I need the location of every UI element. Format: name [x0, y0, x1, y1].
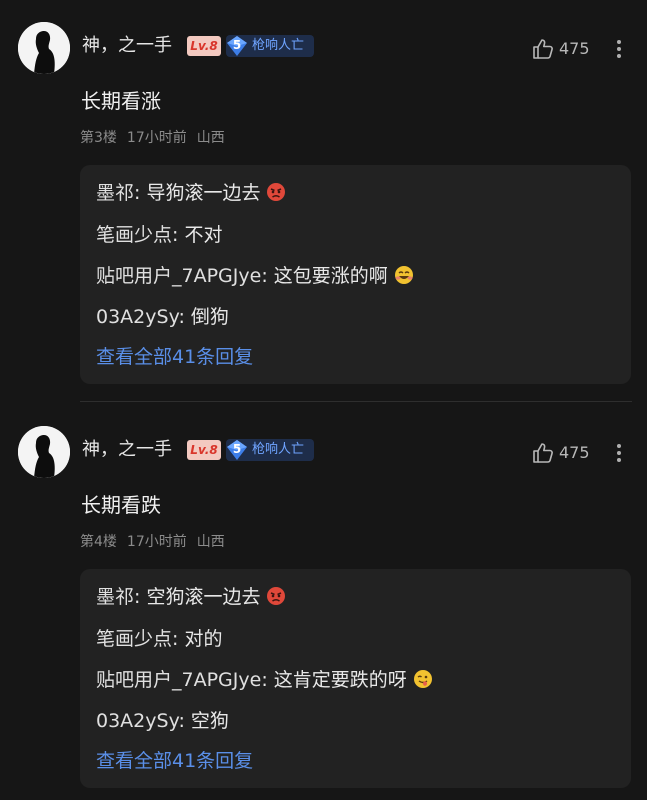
- reply-separator: :: [172, 628, 185, 650]
- more-options-icon[interactable]: [609, 37, 629, 61]
- angry-face-emoji-icon: [267, 587, 286, 605]
- avatar[interactable]: [18, 22, 70, 74]
- reply-text: 对的: [184, 628, 223, 650]
- username[interactable]: 神，之一手: [82, 33, 172, 59]
- tongue-face-emoji-icon: [413, 670, 432, 688]
- divider: [80, 401, 632, 402]
- reply-item[interactable]: 笔画少点: 不对: [96, 221, 222, 249]
- reply-separator: :: [261, 265, 274, 287]
- reply-item[interactable]: 墨祁: 导狗滚一边去: [96, 179, 286, 207]
- reply-author[interactable]: 墨祁: [96, 182, 134, 204]
- location: 山西: [196, 534, 225, 550]
- thumbs-up-icon: [533, 443, 553, 463]
- view-all-replies-link[interactable]: 查看全部41条回复: [96, 343, 253, 371]
- reply-text: 导狗滚一边去: [146, 182, 261, 204]
- floor-number: 第4楼: [80, 534, 117, 550]
- reply-separator: :: [134, 586, 147, 608]
- tier-name: 枪响人亡: [252, 38, 305, 53]
- reply-separator: :: [172, 224, 185, 246]
- more-options-icon[interactable]: [609, 441, 629, 465]
- reply-list: 墨祁: 空狗滚一边去 笔画少点: 对的 贴吧用户_7APGJye: 这肯定要跌的…: [80, 569, 631, 788]
- reply-item[interactable]: 03A2ySy: 空狗: [96, 707, 229, 735]
- reply-text: 这包要涨的啊: [273, 265, 388, 287]
- comment-text: 长期看涨: [81, 89, 161, 113]
- reply-author[interactable]: 笔画少点: [96, 224, 172, 246]
- tier-badge: 5 枪响人亡: [226, 35, 314, 57]
- avatar[interactable]: [18, 426, 70, 478]
- comment-meta: 第3楼 17小时前 山西: [80, 128, 235, 148]
- reply-item[interactable]: 墨祁: 空狗滚一边去: [96, 583, 286, 611]
- reply-separator: :: [178, 306, 191, 328]
- reply-text: 这肯定要跌的呀: [273, 669, 407, 691]
- reply-author[interactable]: 笔画少点: [96, 628, 172, 650]
- tier-number: 5: [232, 38, 242, 52]
- reply-text: 不对: [184, 224, 223, 246]
- reply-author[interactable]: 贴吧用户_7APGJye: [96, 669, 261, 691]
- reply-list: 墨祁: 导狗滚一边去 笔画少点: 不对 贴吧用户_7APGJye: 这包要涨的啊…: [80, 165, 631, 384]
- reply-item[interactable]: 贴吧用户_7APGJye: 这包要涨的啊: [96, 262, 414, 290]
- timestamp: 17小时前: [126, 534, 187, 550]
- location: 山西: [196, 130, 225, 146]
- reply-separator: :: [134, 182, 147, 204]
- thumbs-up-icon: [533, 39, 553, 59]
- reply-author[interactable]: 墨祁: [96, 586, 134, 608]
- reply-author[interactable]: 03A2ySy: [96, 710, 178, 732]
- reply-author[interactable]: 贴吧用户_7APGJye: [96, 265, 261, 287]
- comment-meta: 第4楼 17小时前 山西: [80, 532, 235, 552]
- floor-number: 第3楼: [80, 130, 117, 146]
- tier-badge: 5 枪响人亡: [226, 439, 314, 461]
- angry-face-emoji-icon: [267, 183, 286, 201]
- username[interactable]: 神，之一手: [82, 437, 172, 463]
- reply-item[interactable]: 贴吧用户_7APGJye: 这肯定要跌的呀: [96, 666, 433, 694]
- reply-item[interactable]: 笔画少点: 对的: [96, 625, 222, 653]
- comment-text: 长期看跌: [81, 493, 161, 517]
- reply-author[interactable]: 03A2ySy: [96, 306, 178, 328]
- tier-name: 枪响人亡: [252, 442, 305, 457]
- level-badge: Lv.8: [187, 36, 221, 56]
- like-count: 475: [559, 443, 590, 462]
- grin-face-emoji-icon: [394, 266, 413, 284]
- reply-text: 空狗滚一边去: [146, 586, 261, 608]
- reply-separator: :: [261, 669, 274, 691]
- tier-number: 5: [232, 442, 242, 456]
- reply-item[interactable]: 03A2ySy: 倒狗: [96, 303, 229, 331]
- like-count: 475: [559, 39, 590, 58]
- timestamp: 17小时前: [126, 130, 187, 146]
- reply-text: 倒狗: [190, 306, 229, 328]
- view-all-replies-link[interactable]: 查看全部41条回复: [96, 747, 253, 775]
- level-badge: Lv.8: [187, 440, 221, 460]
- reply-text: 空狗: [190, 710, 229, 732]
- reply-separator: :: [178, 710, 191, 732]
